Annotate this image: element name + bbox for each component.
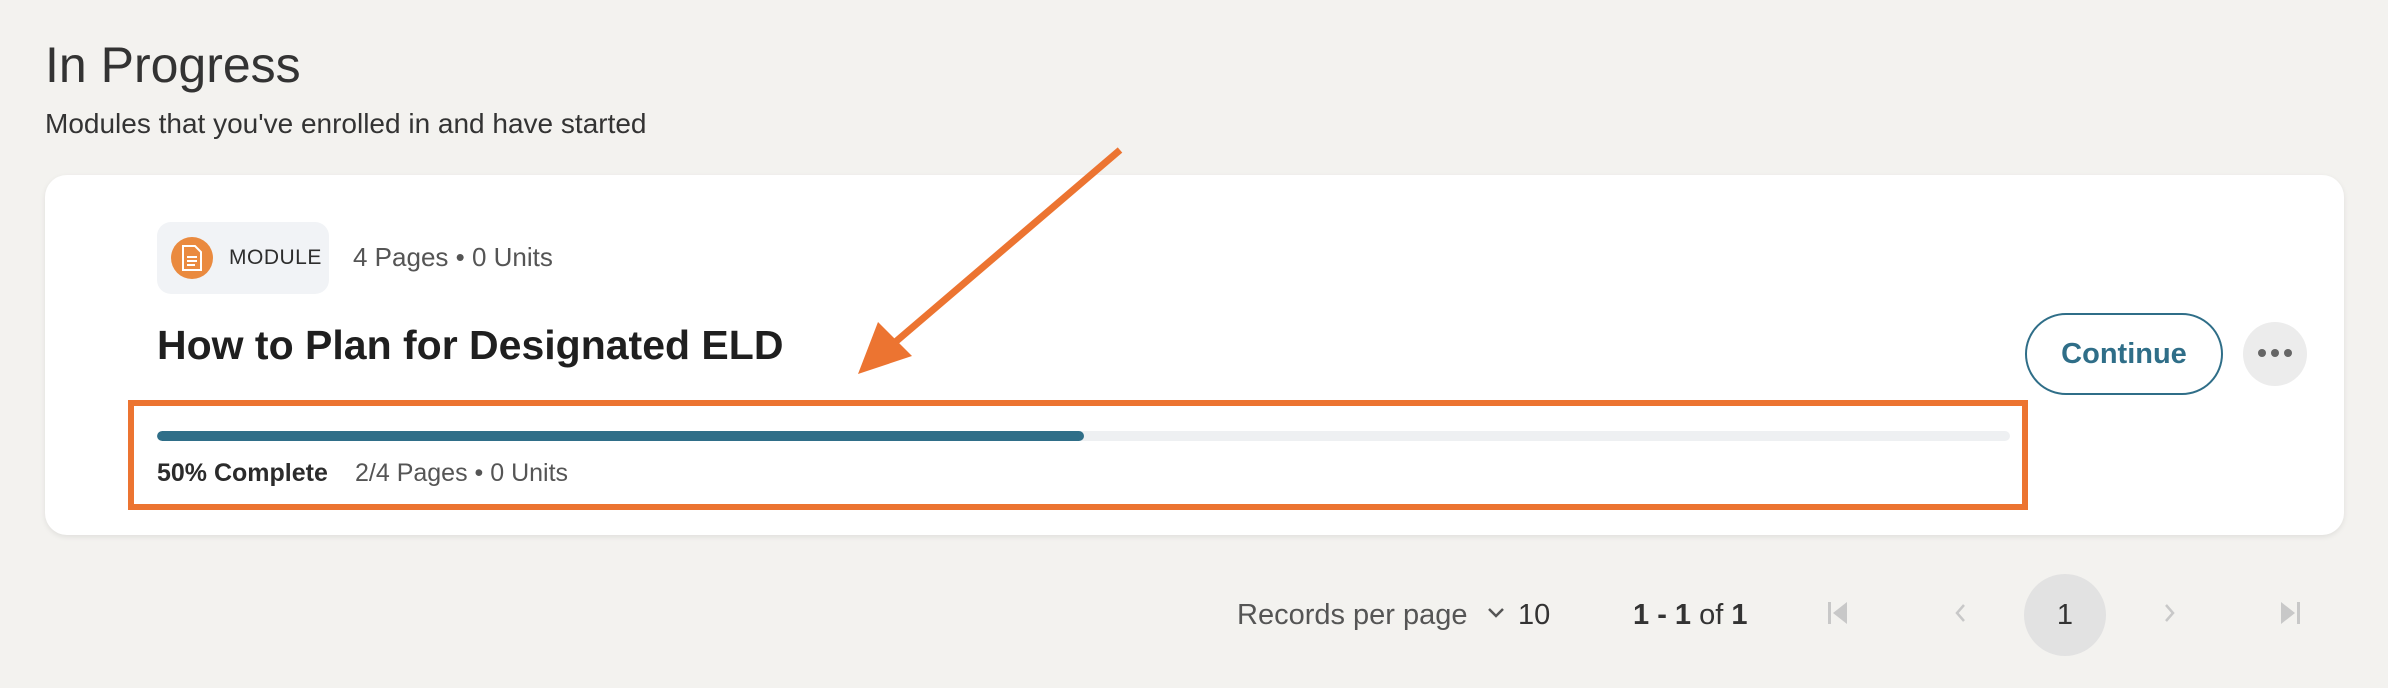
continue-button[interactable]: Continue — [2025, 313, 2223, 395]
section-subtitle: Modules that you've enrolled in and have… — [45, 108, 647, 139]
more-horizontal-icon — [2257, 345, 2293, 363]
module-type-label: MODULE — [229, 246, 322, 269]
next-page-button[interactable] — [2152, 597, 2188, 633]
module-meta: 4 Pages • 0 Units — [353, 242, 553, 272]
records-range: 1 - 1 of 1 — [1633, 599, 1748, 631]
section-title: In Progress — [45, 37, 301, 93]
records-per-page-select[interactable]: 10 — [1486, 595, 1550, 635]
progress-highlight-annotation — [128, 400, 2028, 510]
document-icon — [171, 237, 213, 279]
records-per-page-value: 10 — [1518, 598, 1551, 631]
module-title[interactable]: How to Plan for Designated ELD — [157, 315, 783, 375]
chevron-right-icon — [2162, 601, 2178, 630]
first-page-icon — [1826, 600, 1850, 631]
records-per-page-label: Records per page — [1237, 599, 1468, 631]
last-page-button[interactable] — [2272, 597, 2308, 633]
more-options-button[interactable] — [2243, 322, 2307, 386]
last-page-icon — [2278, 600, 2302, 631]
chevron-down-icon — [1486, 606, 1506, 625]
previous-page-button[interactable] — [1942, 597, 1978, 633]
chevron-left-icon — [1952, 601, 1968, 630]
module-type-badge: MODULE — [157, 222, 329, 294]
current-page-button[interactable]: 1 — [2024, 574, 2106, 656]
first-page-button[interactable] — [1820, 597, 1856, 633]
